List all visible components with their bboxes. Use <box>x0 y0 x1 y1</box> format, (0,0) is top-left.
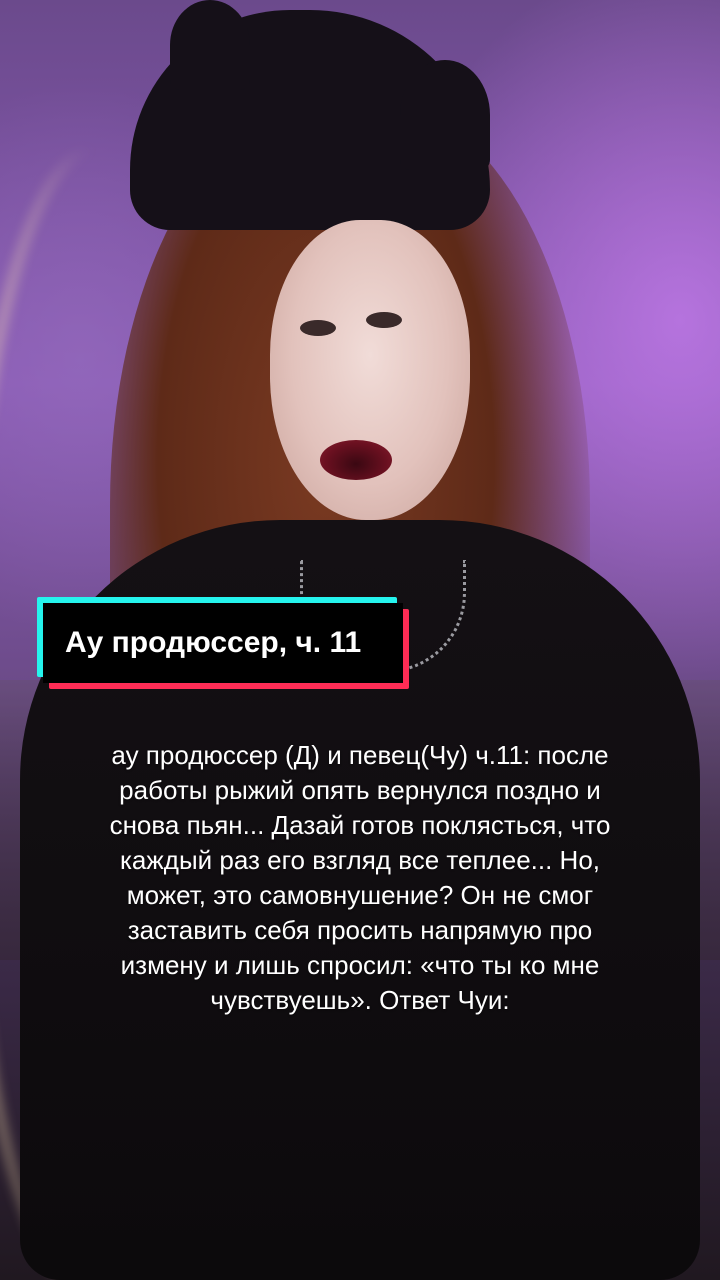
caption-line: заставить себя просить напрямую про <box>127 915 593 945</box>
hat-ear-right <box>400 60 490 170</box>
caption-line: снова пьян... Дазай готов поклясться, чт… <box>109 810 611 840</box>
caption-line: чувствуешь». Ответ Чуи: <box>210 985 510 1015</box>
left-eye <box>300 320 336 336</box>
title-card: Ау продюссер, ч. 11 <box>37 597 409 689</box>
caption-text: ау продюссер (Д) и певец(Чу) ч.11: после… <box>40 738 680 1018</box>
mouth <box>320 440 392 480</box>
right-eye <box>366 312 402 328</box>
caption-line: каждый раз его взгляд все теплее... Но, <box>119 845 601 875</box>
hat-ear-left <box>170 0 250 90</box>
caption-line: может, это самовнушение? Он не смог <box>126 880 594 910</box>
title-card-text: Ау продюссер, ч. 11 <box>65 626 362 659</box>
caption-line: работы рыжий опять вернулся поздно и <box>119 775 601 805</box>
title-card-box: Ау продюссер, ч. 11 <box>43 603 403 683</box>
caption-line: измену и лишь спросил: «что ты ко мне <box>120 950 600 980</box>
caption-line: ау продюссер (Д) и певец(Чу) ч.11: после <box>111 740 609 770</box>
